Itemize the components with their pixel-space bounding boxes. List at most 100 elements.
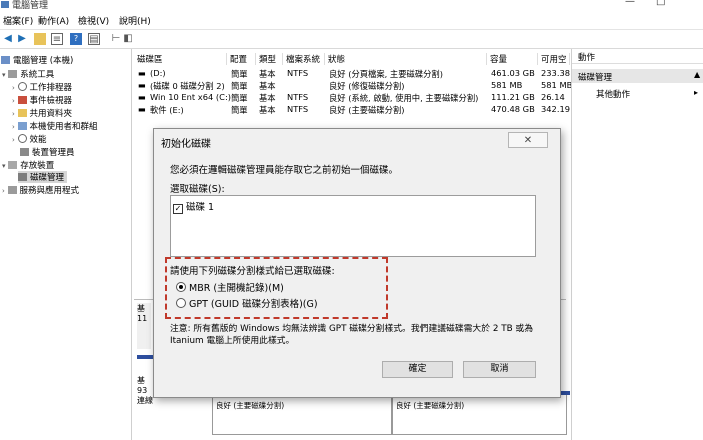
column-header-type[interactable]: 類型: [256, 53, 283, 65]
table-cell: 基本: [259, 93, 276, 103]
tree-item-storage[interactable]: ▾ 存放裝置: [2, 159, 54, 171]
close-button[interactable]: ✕: [508, 132, 548, 148]
partition-status: 良好 (主要磁碟分割): [396, 401, 465, 410]
collapse-arrow-icon[interactable]: ▲: [694, 70, 700, 79]
collapse-arrow-icon[interactable]: ›: [12, 97, 15, 105]
table-row[interactable]: ▬ (磁碟 0 磁碟分割 2) 簡單 基本 良好 (修復磁碟分割) 581 MB…: [132, 80, 572, 92]
actions-header-label: 動作: [578, 53, 596, 63]
clock-icon: [17, 82, 27, 91]
table-cell: 461.03 GB: [491, 68, 535, 78]
list-icon[interactable]: ≡: [51, 33, 63, 45]
collapse-arrow-icon[interactable]: ›: [12, 123, 15, 131]
refresh-icon[interactable]: ◧: [122, 33, 134, 45]
disk-item-label: 磁碟 1: [186, 202, 215, 213]
mbr-radio[interactable]: [176, 282, 186, 292]
more-actions[interactable]: 其他動作: [596, 88, 630, 100]
users-icon: [17, 122, 27, 130]
column-header-free[interactable]: 可用空: [538, 53, 570, 65]
tree-item-shared-folders[interactable]: › 共用資料夾: [12, 107, 72, 119]
ok-button[interactable]: 確定: [382, 361, 453, 378]
menu-action[interactable]: 動作(A): [38, 14, 69, 27]
table-cell: 470.48 GB: [491, 104, 535, 114]
disk-checkbox[interactable]: ✓: [173, 204, 183, 214]
menu-bar: 檔案(F) 動作(A) 檢視(V) 說明(H): [0, 11, 703, 30]
collapse-arrow-icon[interactable]: ›: [2, 187, 5, 195]
table-cell: 基本: [259, 81, 276, 91]
expand-arrow-icon[interactable]: ▾: [2, 162, 6, 170]
select-disk-label: 選取磁碟(S):: [170, 184, 225, 195]
actions-section-label: 磁碟管理: [578, 73, 613, 83]
tree-item-task-scheduler[interactable]: › 工作排程器: [12, 81, 72, 93]
tree-item-local-users[interactable]: › 本機使用者和群組: [12, 120, 98, 132]
dialog-note: 注意: 所有舊版的 Windows 均無法辨識 GPT 磁碟分割樣式。我們建議磁…: [170, 324, 534, 346]
table-cell: 良好 (系統, 啟動, 使用中, 主要磁碟分割): [329, 93, 479, 103]
table-cell: 簡單: [231, 93, 248, 103]
column-header-filesystem[interactable]: 檔案系統: [283, 53, 325, 65]
tree-item-disk-management[interactable]: 磁碟管理: [18, 171, 68, 183]
table-cell: 233.38: [541, 68, 571, 78]
table-cell: 簡單: [231, 105, 248, 115]
table-cell: 581 MB: [491, 80, 523, 90]
back-icon[interactable]: ◀: [2, 33, 14, 45]
column-header-status[interactable]: 狀態: [325, 53, 487, 65]
collapse-arrow-icon[interactable]: ›: [12, 136, 15, 144]
column-header-capacity[interactable]: 容量: [487, 53, 538, 65]
help-icon[interactable]: ?: [70, 33, 82, 45]
properties-icon[interactable]: ▤: [88, 33, 100, 45]
table-row[interactable]: ▬ (D:) 簡單 基本 NTFS 良好 (分頁檔案, 主要磁碟分割) 461.…: [132, 68, 570, 80]
partition-block: [565, 391, 570, 434]
table-cell: NTFS: [287, 68, 309, 78]
gpt-radio[interactable]: [176, 298, 186, 308]
table-cell: 簡單: [231, 69, 248, 79]
table-row[interactable]: ▬ 軟件 (E:) 簡單 基本 NTFS 良好 (主要磁碟分割) 470.48 …: [132, 104, 570, 116]
menu-view[interactable]: 檢視(V): [78, 14, 109, 27]
window-title: 電腦管理: [12, 1, 49, 11]
mbr-option[interactable]: MBR (主開機記錄)(M): [176, 280, 284, 294]
menu-file[interactable]: 檔案(F): [3, 14, 33, 27]
cancel-button[interactable]: 取消: [463, 361, 536, 378]
collapse-arrow-icon[interactable]: ›: [12, 84, 15, 92]
tree-item-services[interactable]: › 服務與應用程式: [2, 184, 79, 196]
disk-list-item[interactable]: ✓ 磁碟 1: [173, 199, 214, 214]
folder-icon: [17, 109, 27, 117]
table-cell: 良好 (修復磁碟分割): [329, 81, 405, 91]
collapse-arrow-icon[interactable]: ›: [12, 110, 15, 118]
table-cell: 軟件 (E:): [150, 105, 184, 115]
dialog-title: 初始化磁碟: [161, 139, 211, 150]
app-icon: [1, 1, 9, 8]
table-cell: 111.21 GB: [491, 92, 535, 102]
initialize-disk-dialog: 初始化磁碟 ✕ 您必須在邏輯磁碟管理員能存取它之前初始一個磁碟。 選取磁碟(S)…: [153, 128, 561, 398]
forward-icon[interactable]: ▶: [16, 33, 28, 45]
expand-arrow-icon[interactable]: ▾: [2, 71, 6, 79]
gpt-option[interactable]: GPT (GUID 磁碟分割表格)(G): [176, 296, 318, 310]
folder-icon[interactable]: [34, 33, 46, 45]
computer-icon: [1, 56, 10, 64]
tree-item-system-tools[interactable]: ▾ 系統工具: [2, 68, 54, 80]
disk-list[interactable]: ✓ 磁碟 1: [170, 195, 536, 257]
tree-item-device-manager[interactable]: 裝置管理員: [20, 146, 75, 158]
tree-item-performance[interactable]: › 效能: [12, 133, 47, 145]
pin-icon[interactable]: ⊢: [110, 33, 122, 45]
actions-section[interactable]: 磁碟管理 ▲: [572, 69, 703, 83]
table-cell: NTFS: [287, 104, 309, 114]
disk-icon: [18, 173, 27, 181]
minimize-button[interactable]: —: [625, 0, 635, 7]
table-row[interactable]: ▬ Win 10 Ent x64 (C:) 簡單 基本 NTFS 良好 (系統,…: [132, 92, 570, 104]
table-cell: Win 10 Ent x64 (C:): [150, 92, 231, 102]
dialog-message: 您必須在邏輯磁碟管理員能存取它之前初始一個磁碟。: [170, 165, 399, 176]
volume-drive-icon: ▬: [138, 68, 146, 78]
menu-help[interactable]: 說明(H): [119, 14, 151, 27]
maximize-button[interactable]: □: [656, 0, 665, 7]
table-cell: 基本: [259, 105, 276, 115]
mbr-option-label: MBR (主開機記錄)(M): [189, 283, 284, 294]
title-bar: 電腦管理 — □: [0, 0, 703, 11]
table-cell: 基本: [259, 69, 276, 79]
submenu-arrow-icon[interactable]: ▸: [694, 88, 698, 97]
tree-item-computer[interactable]: 電腦管理 (本機): [1, 54, 73, 66]
tree-item-event-viewer[interactable]: › 事件檢視器: [12, 94, 72, 106]
column-header-volume[interactable]: 磁碟區: [134, 53, 227, 65]
disk-label-block: 基 11: [137, 303, 151, 349]
column-header-layout[interactable]: 配置: [227, 53, 256, 65]
volume-drive-icon: ▬: [138, 104, 146, 114]
actions-pane: 動作 磁碟管理 ▲ 其他動作 ▸: [571, 49, 703, 440]
